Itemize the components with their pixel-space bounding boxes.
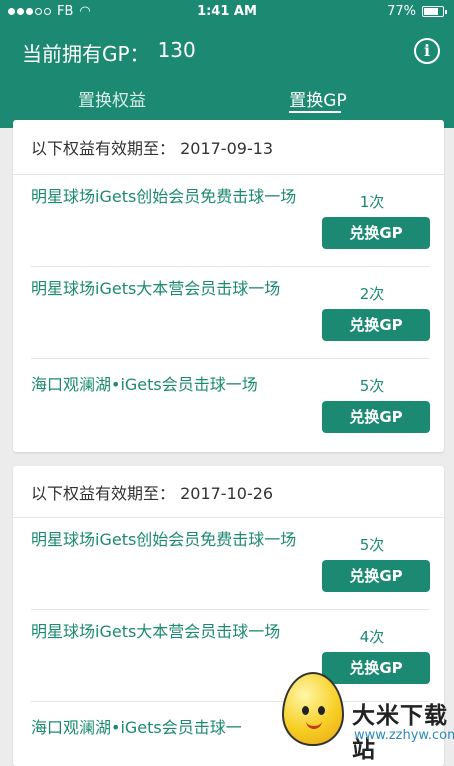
item-name: 明星球场iGets创始会员免费击球一场: [31, 187, 297, 206]
watermark-url: www.zzhyw.com: [354, 728, 454, 743]
redeem-gp-button[interactable]: 兑换GP: [322, 560, 430, 592]
list-item: 明星球场iGets大本营会员击球一场 2次 兑换GP: [31, 267, 430, 359]
item-name: 明星球场iGets大本营会员击球一场: [31, 279, 281, 298]
battery-percent: 77%: [387, 4, 416, 19]
gp-label: 当前拥有GP：: [22, 42, 150, 66]
battery-icon: [422, 6, 447, 17]
benefit-card: 以下权益有效期至： 2017-09-13 明星球场iGets创始会员免费击球一场…: [13, 120, 444, 452]
list-item: 明星球场iGets创始会员免费击球一场 5次 兑换GP: [31, 518, 430, 610]
gp-value: 130: [157, 38, 196, 62]
item-name: 明星球场iGets创始会员免费击球一场: [31, 530, 297, 549]
status-time: 1:41 AM: [197, 4, 257, 19]
tab-redeem-benefits[interactable]: 置换权益: [12, 86, 212, 111]
active-tab-indicator: [289, 111, 341, 113]
card-valid-until: 以下权益有效期至： 2017-09-13: [13, 120, 444, 175]
list-item: 明星球场iGets创始会员免费击球一场 1次 兑换GP: [31, 175, 430, 267]
gp-balance: 当前拥有GP： 130: [22, 38, 196, 67]
item-count: 5次: [359, 536, 385, 554]
watermark-logo: 大米下载站 www.zzhyw.com: [248, 652, 454, 763]
mascot-egg-icon: [282, 672, 344, 746]
tab-redeem-gp[interactable]: 置换GP: [218, 86, 418, 111]
item-count: 4次: [359, 628, 385, 646]
info-icon[interactable]: i: [414, 38, 440, 64]
redeem-gp-button[interactable]: 兑换GP: [322, 309, 430, 341]
item-name: 海口观澜湖•iGets会员击球一场: [31, 375, 258, 394]
redeem-gp-button[interactable]: 兑换GP: [322, 217, 430, 249]
app-header: FB ◠ 1:41 AM 77% 当前拥有GP： 130 i 置换权益 置换GP: [0, 0, 454, 128]
status-bar: FB ◠ 1:41 AM 77%: [0, 0, 454, 22]
item-count: 2次: [359, 285, 385, 303]
redeem-gp-button[interactable]: 兑换GP: [322, 401, 430, 433]
item-name: 明星球场iGets大本营会员击球一场: [31, 622, 281, 641]
status-right: 77%: [387, 4, 447, 19]
card-valid-until: 以下权益有效期至： 2017-10-26: [13, 466, 444, 518]
item-count: 1次: [359, 193, 385, 211]
list-item: 海口观澜湖•iGets会员击球一场 5次 兑换GP: [31, 359, 430, 450]
item-count: 5次: [359, 377, 385, 395]
